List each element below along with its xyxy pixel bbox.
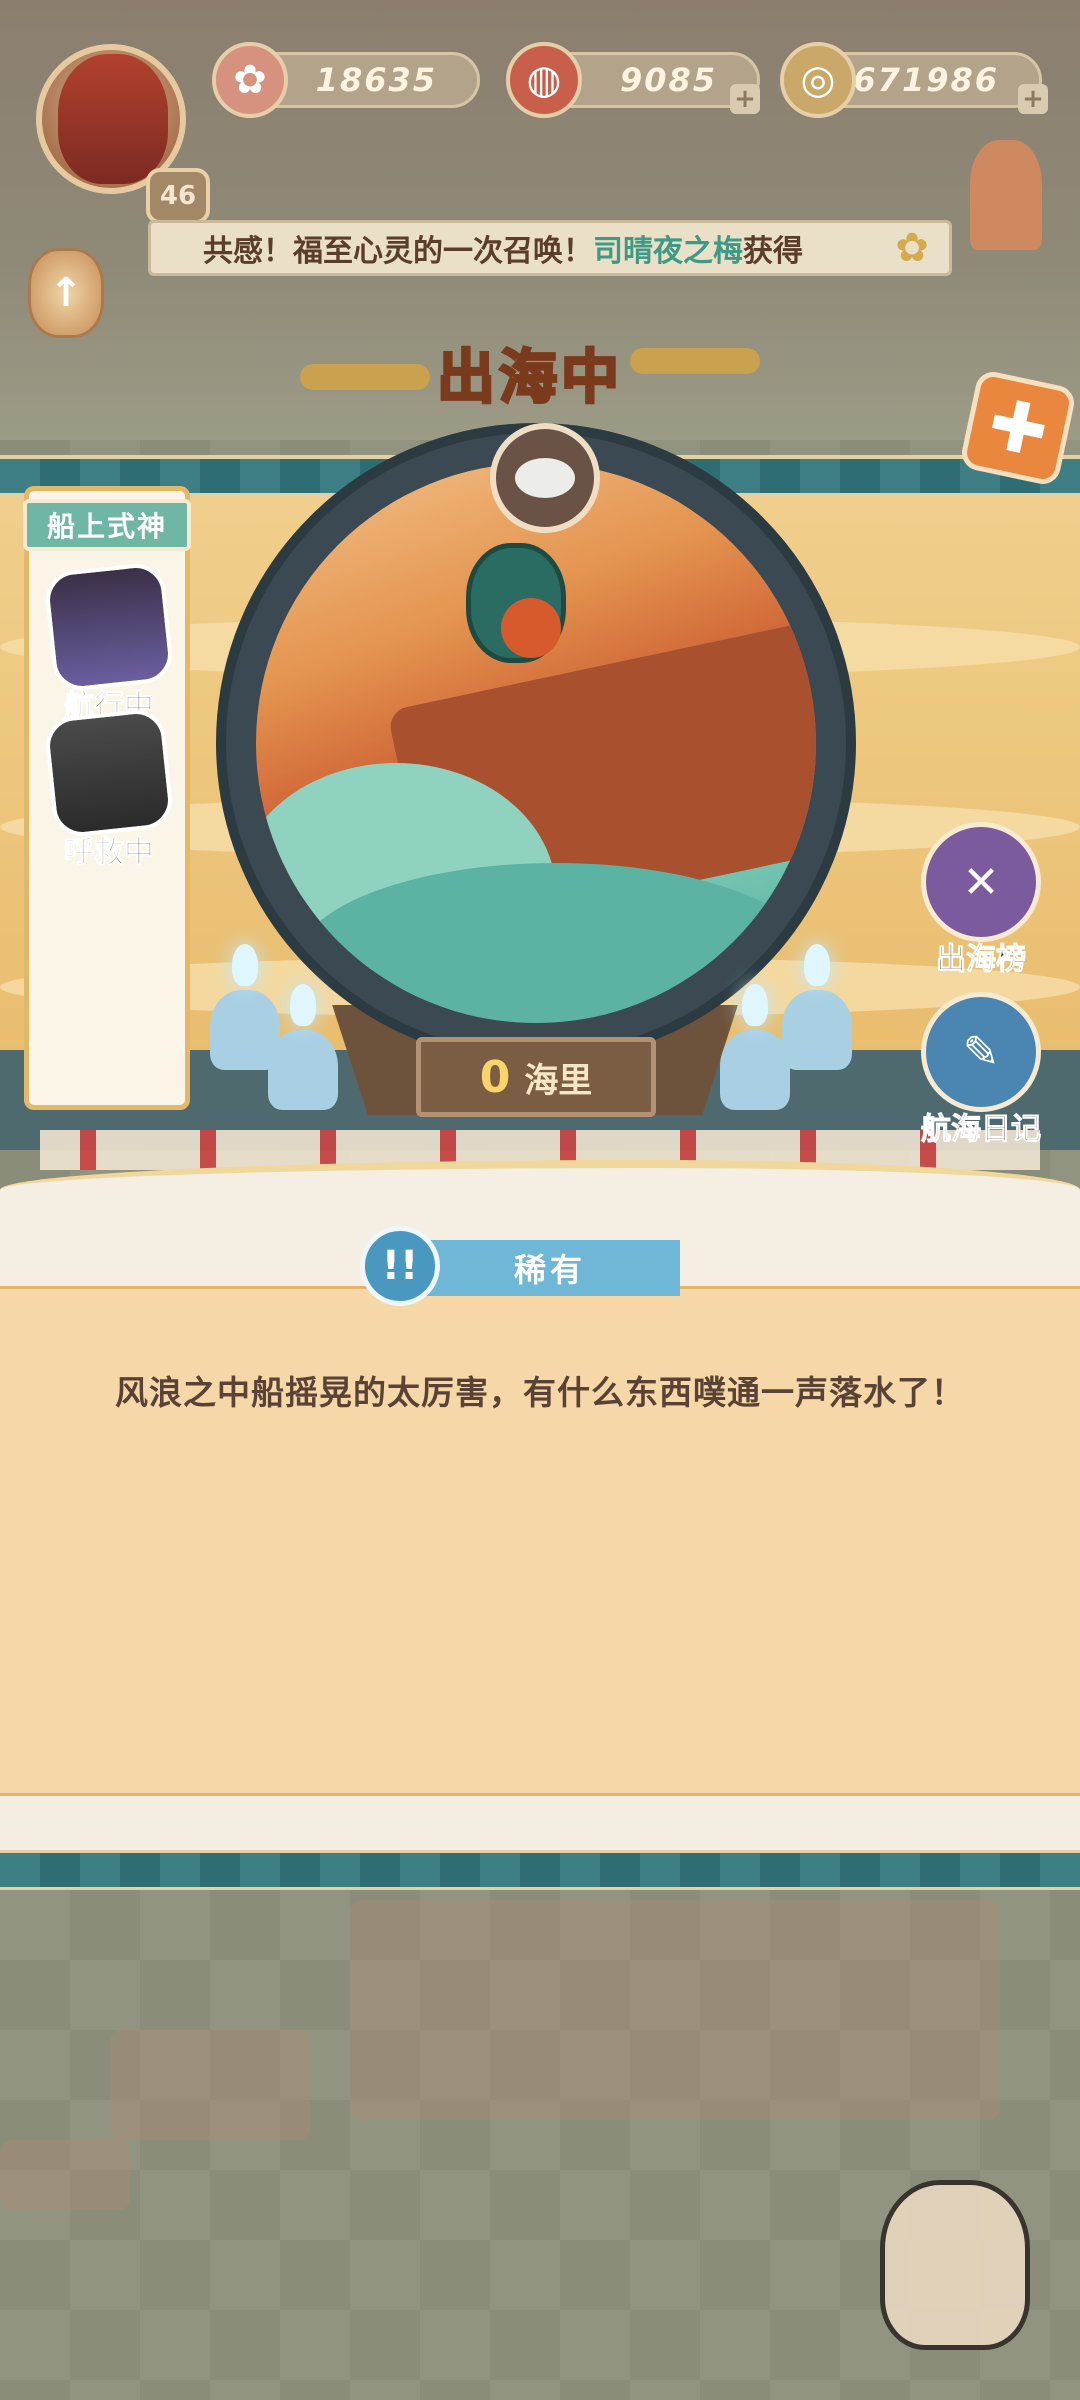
marquee-text: 共感！福至心灵的一次召唤！ [203,234,593,269]
magatama-plus-button[interactable]: + [730,84,760,114]
rock-deco [110,2030,310,2140]
ghost-candle-icon [720,984,790,1110]
voyage-illustration [256,463,816,1023]
crew-member-sailing[interactable]: 航行中 [39,561,179,725]
event-card-footer [0,1796,1080,1850]
crew-panel: 船上式神 航行中 呼救中 [23,486,191,1110]
fish-streamer-icon[interactable] [970,140,1042,250]
leaderboard-label: 出海榜 [936,942,1027,978]
announcement-marquee: 共感！福至心灵的一次召唤！ 司晴夜之梅 获得 [148,220,952,276]
crew-panel-title: 船上式神 [23,499,191,551]
crew-member-rescue[interactable]: 呼救中 [39,707,179,871]
shikigami-portrait [43,707,175,839]
daruma-belly [501,598,561,658]
add-button[interactable]: ✚ [958,368,1078,488]
mascot-character[interactable] [880,2180,1030,2350]
title-banner: 出海中 [300,330,760,413]
scroll-swords-icon: ✕ [921,822,1041,942]
rarity-tag: 稀有 [420,1240,680,1296]
lantern-up-icon[interactable]: ↑ [28,248,104,338]
player-avatar[interactable]: 46 [18,26,210,224]
coin-icon: ◎ [780,42,856,118]
coin-amount: 671986 [853,61,999,99]
marquee-tail: 获得 [743,234,803,269]
distance-value: 0 [479,1051,511,1103]
daruma-figure [466,543,566,663]
alert-icon: !! [360,1226,440,1306]
distance-plate: 0 海里 [416,1037,656,1117]
page-title: 出海中 [435,342,623,413]
book-icon: ✎ [921,992,1041,1112]
ghost-candle-icon [782,944,852,1070]
coin-plus-button[interactable]: + [1018,84,1048,114]
cloud-emblem-icon [490,423,600,533]
flower-right-icon: ✿ [895,225,929,271]
ghost-candle-icon [268,984,338,1110]
distance-unit: 海里 [524,1060,593,1101]
leaderboard-button[interactable]: ✕ 出海榜 [906,822,1056,978]
rock-deco [350,1900,1000,2120]
shikigami-portrait [43,561,175,693]
sakura-icon: ✿ [212,42,288,118]
crew-status-label: 呼救中 [64,835,155,871]
event-card [0,1286,1080,1796]
avatar-portrait [58,54,168,184]
voyage-log-label: 航海日记 [921,1112,1042,1148]
wave-pattern-band [0,1850,1080,1890]
rock-deco [0,2140,130,2210]
magatama-icon: ◍ [506,42,582,118]
sakura-amount: 18635 [315,61,437,99]
marquee-highlight: 司晴夜之梅 [593,234,743,269]
player-level-badge: 46 [146,168,210,224]
voyage-log-button[interactable]: ✎ 航海日记 [906,992,1056,1148]
magatama-amount: 9085 [619,61,717,99]
event-description: 风浪之中船摇晃的太厉害，有什么东西噗通一声落水了！ [115,1373,965,1412]
voyage-porthole [216,423,856,1063]
